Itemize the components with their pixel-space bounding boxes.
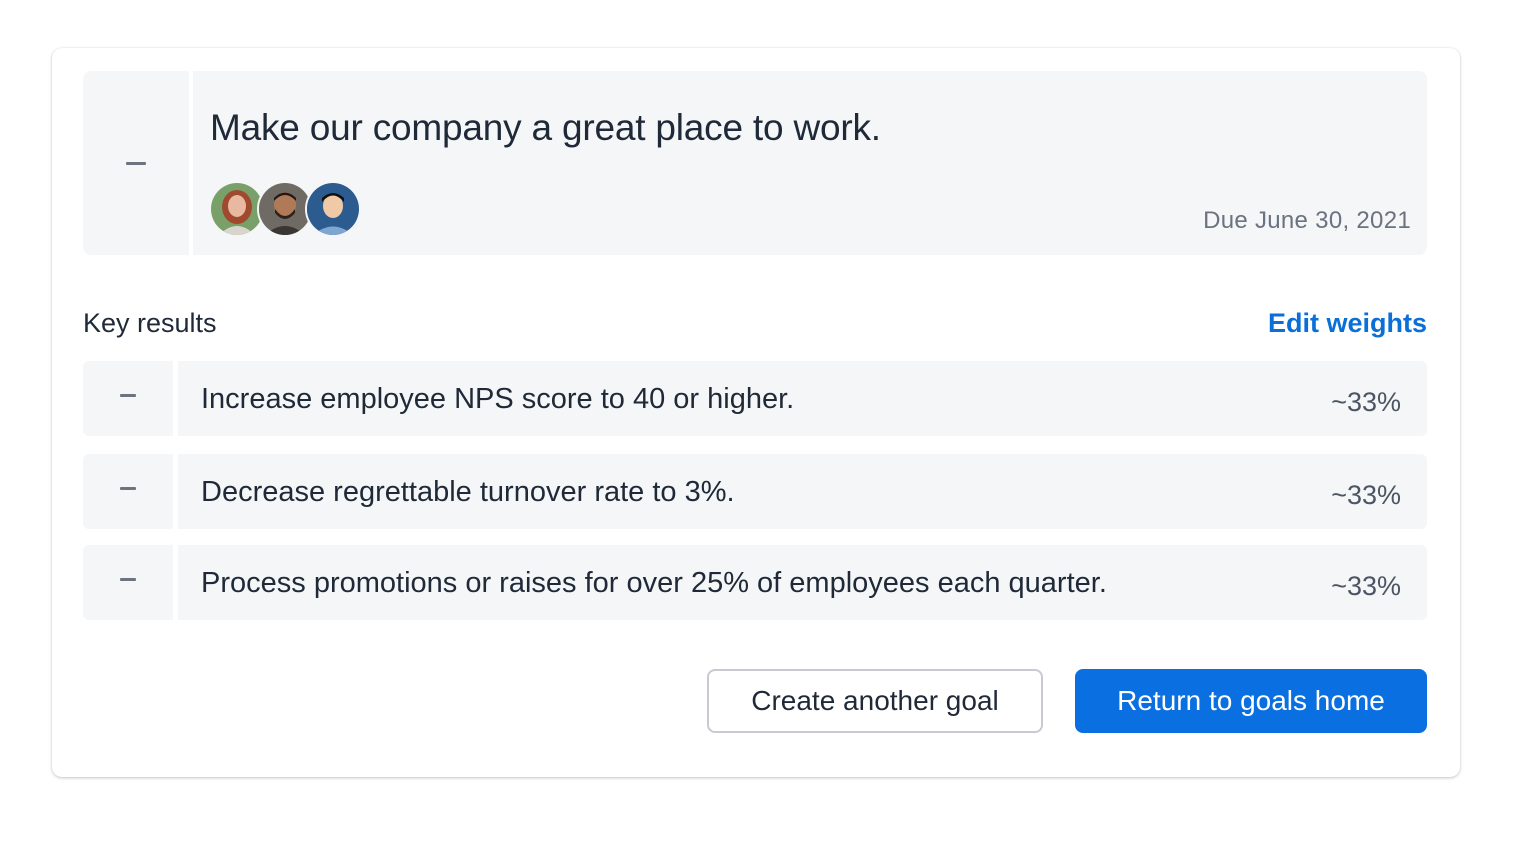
key-result-collapse-toggle[interactable] [83,454,173,529]
minus-icon [120,487,136,490]
key-result-text: Process promotions or raises for over 25… [201,567,1107,599]
minus-icon [126,161,146,165]
key-result-text: Increase employee NPS score to 40 or hig… [201,383,795,415]
key-result-row: Increase employee NPS score to 40 or hig… [83,361,1427,436]
key-result-content: Decrease regrettable turnover rate to 3%… [178,454,1427,529]
minus-icon [120,394,136,397]
key-result-weight: ~33% [1331,571,1401,601]
key-result-text: Decrease regrettable turnover rate to 3%… [201,476,735,508]
owner-avatars[interactable] [209,181,361,237]
key-results-header: Key results Edit weights [83,306,1427,342]
minus-icon [120,578,136,581]
due-date: Due June 30, 2021 [1203,207,1411,234]
key-results-heading: Key results [83,308,217,338]
goal-content: Make our company a great place to work. [193,71,1427,255]
return-to-goals-home-button[interactable]: Return to goals home [1075,669,1427,733]
key-result-collapse-toggle[interactable] [83,545,173,620]
key-result-collapse-toggle[interactable] [83,361,173,436]
key-result-row: Decrease regrettable turnover rate to 3%… [83,454,1427,529]
key-result-row: Process promotions or raises for over 25… [83,545,1427,620]
create-another-goal-button[interactable]: Create another goal [707,669,1043,733]
edit-weights-link[interactable]: Edit weights [1268,308,1427,339]
goal-panel: Make our company a great place to work. [83,71,1427,255]
goal-collapse-toggle[interactable] [83,71,189,255]
key-result-content: Increase employee NPS score to 40 or hig… [178,361,1427,436]
goal-summary-card: Make our company a great place to work. [52,48,1460,777]
key-result-weight: ~33% [1331,480,1401,510]
key-result-content: Process promotions or raises for over 25… [178,545,1427,620]
avatar[interactable] [305,181,361,237]
goal-title: Make our company a great place to work. [210,107,881,148]
key-result-weight: ~33% [1331,387,1401,417]
